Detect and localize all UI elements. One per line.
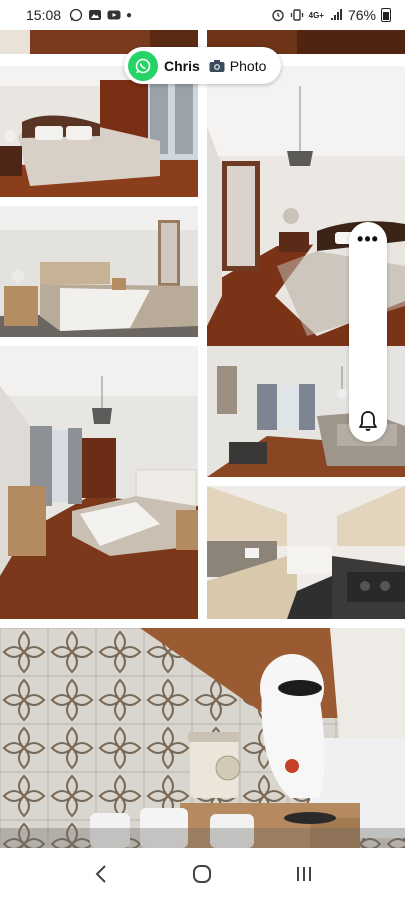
photo-kitchen-image	[207, 486, 405, 619]
gallery-photo-kitchen-closeup[interactable]	[0, 628, 405, 848]
whatsapp-icon	[128, 50, 158, 81]
back-icon	[95, 865, 106, 883]
signal-icon	[330, 9, 342, 20]
home-icon	[193, 865, 212, 883]
gallery-photo-bedroom-wide[interactable]	[0, 346, 198, 619]
more-options-icon[interactable]: •••	[357, 230, 379, 248]
status-dot: ●	[126, 9, 133, 21]
alarm-icon	[271, 9, 284, 22]
back-button[interactable]	[81, 854, 121, 894]
status-system-icons: 4G+ 76%	[271, 7, 391, 23]
system-nav-bar	[0, 848, 405, 900]
gallery-photo-bedroom-wardrobe[interactable]	[0, 66, 198, 197]
photo-bedroom-mirror-image	[0, 206, 198, 337]
youtube-icon	[107, 10, 121, 20]
gallery-photo-bedroom-mirror[interactable]	[0, 206, 198, 337]
whatsapp-icon	[69, 8, 83, 22]
home-button[interactable]	[182, 854, 222, 894]
photo-bedroom-wide-image	[0, 346, 198, 619]
chat-contact-name: Chris	[164, 57, 200, 74]
battery-icon	[381, 8, 391, 22]
side-panel: •••	[349, 222, 387, 442]
network-label: 4G+	[308, 10, 324, 20]
status-bar: 15:08 ● 4G+ 76%	[0, 0, 405, 30]
chat-media-label: Photo	[229, 57, 267, 74]
photo-bedroom-wardrobe-image	[0, 66, 198, 197]
bell-icon[interactable]	[358, 410, 378, 432]
photo-gallery[interactable]	[0, 30, 405, 848]
status-notification-icons: ●	[69, 8, 132, 22]
recents-button[interactable]	[284, 854, 324, 894]
vibrate-icon	[290, 9, 303, 21]
recents-icon	[297, 867, 312, 881]
status-time: 15:08	[26, 7, 62, 23]
chat-notification-pill[interactable]: Chris Photo	[124, 47, 281, 84]
gallery-icon	[89, 10, 102, 20]
gallery-photo-kitchen[interactable]	[207, 486, 405, 619]
photo-kitchen-closeup-image	[0, 628, 405, 848]
battery-percent: 76%	[347, 7, 376, 23]
camera-icon	[209, 59, 225, 72]
